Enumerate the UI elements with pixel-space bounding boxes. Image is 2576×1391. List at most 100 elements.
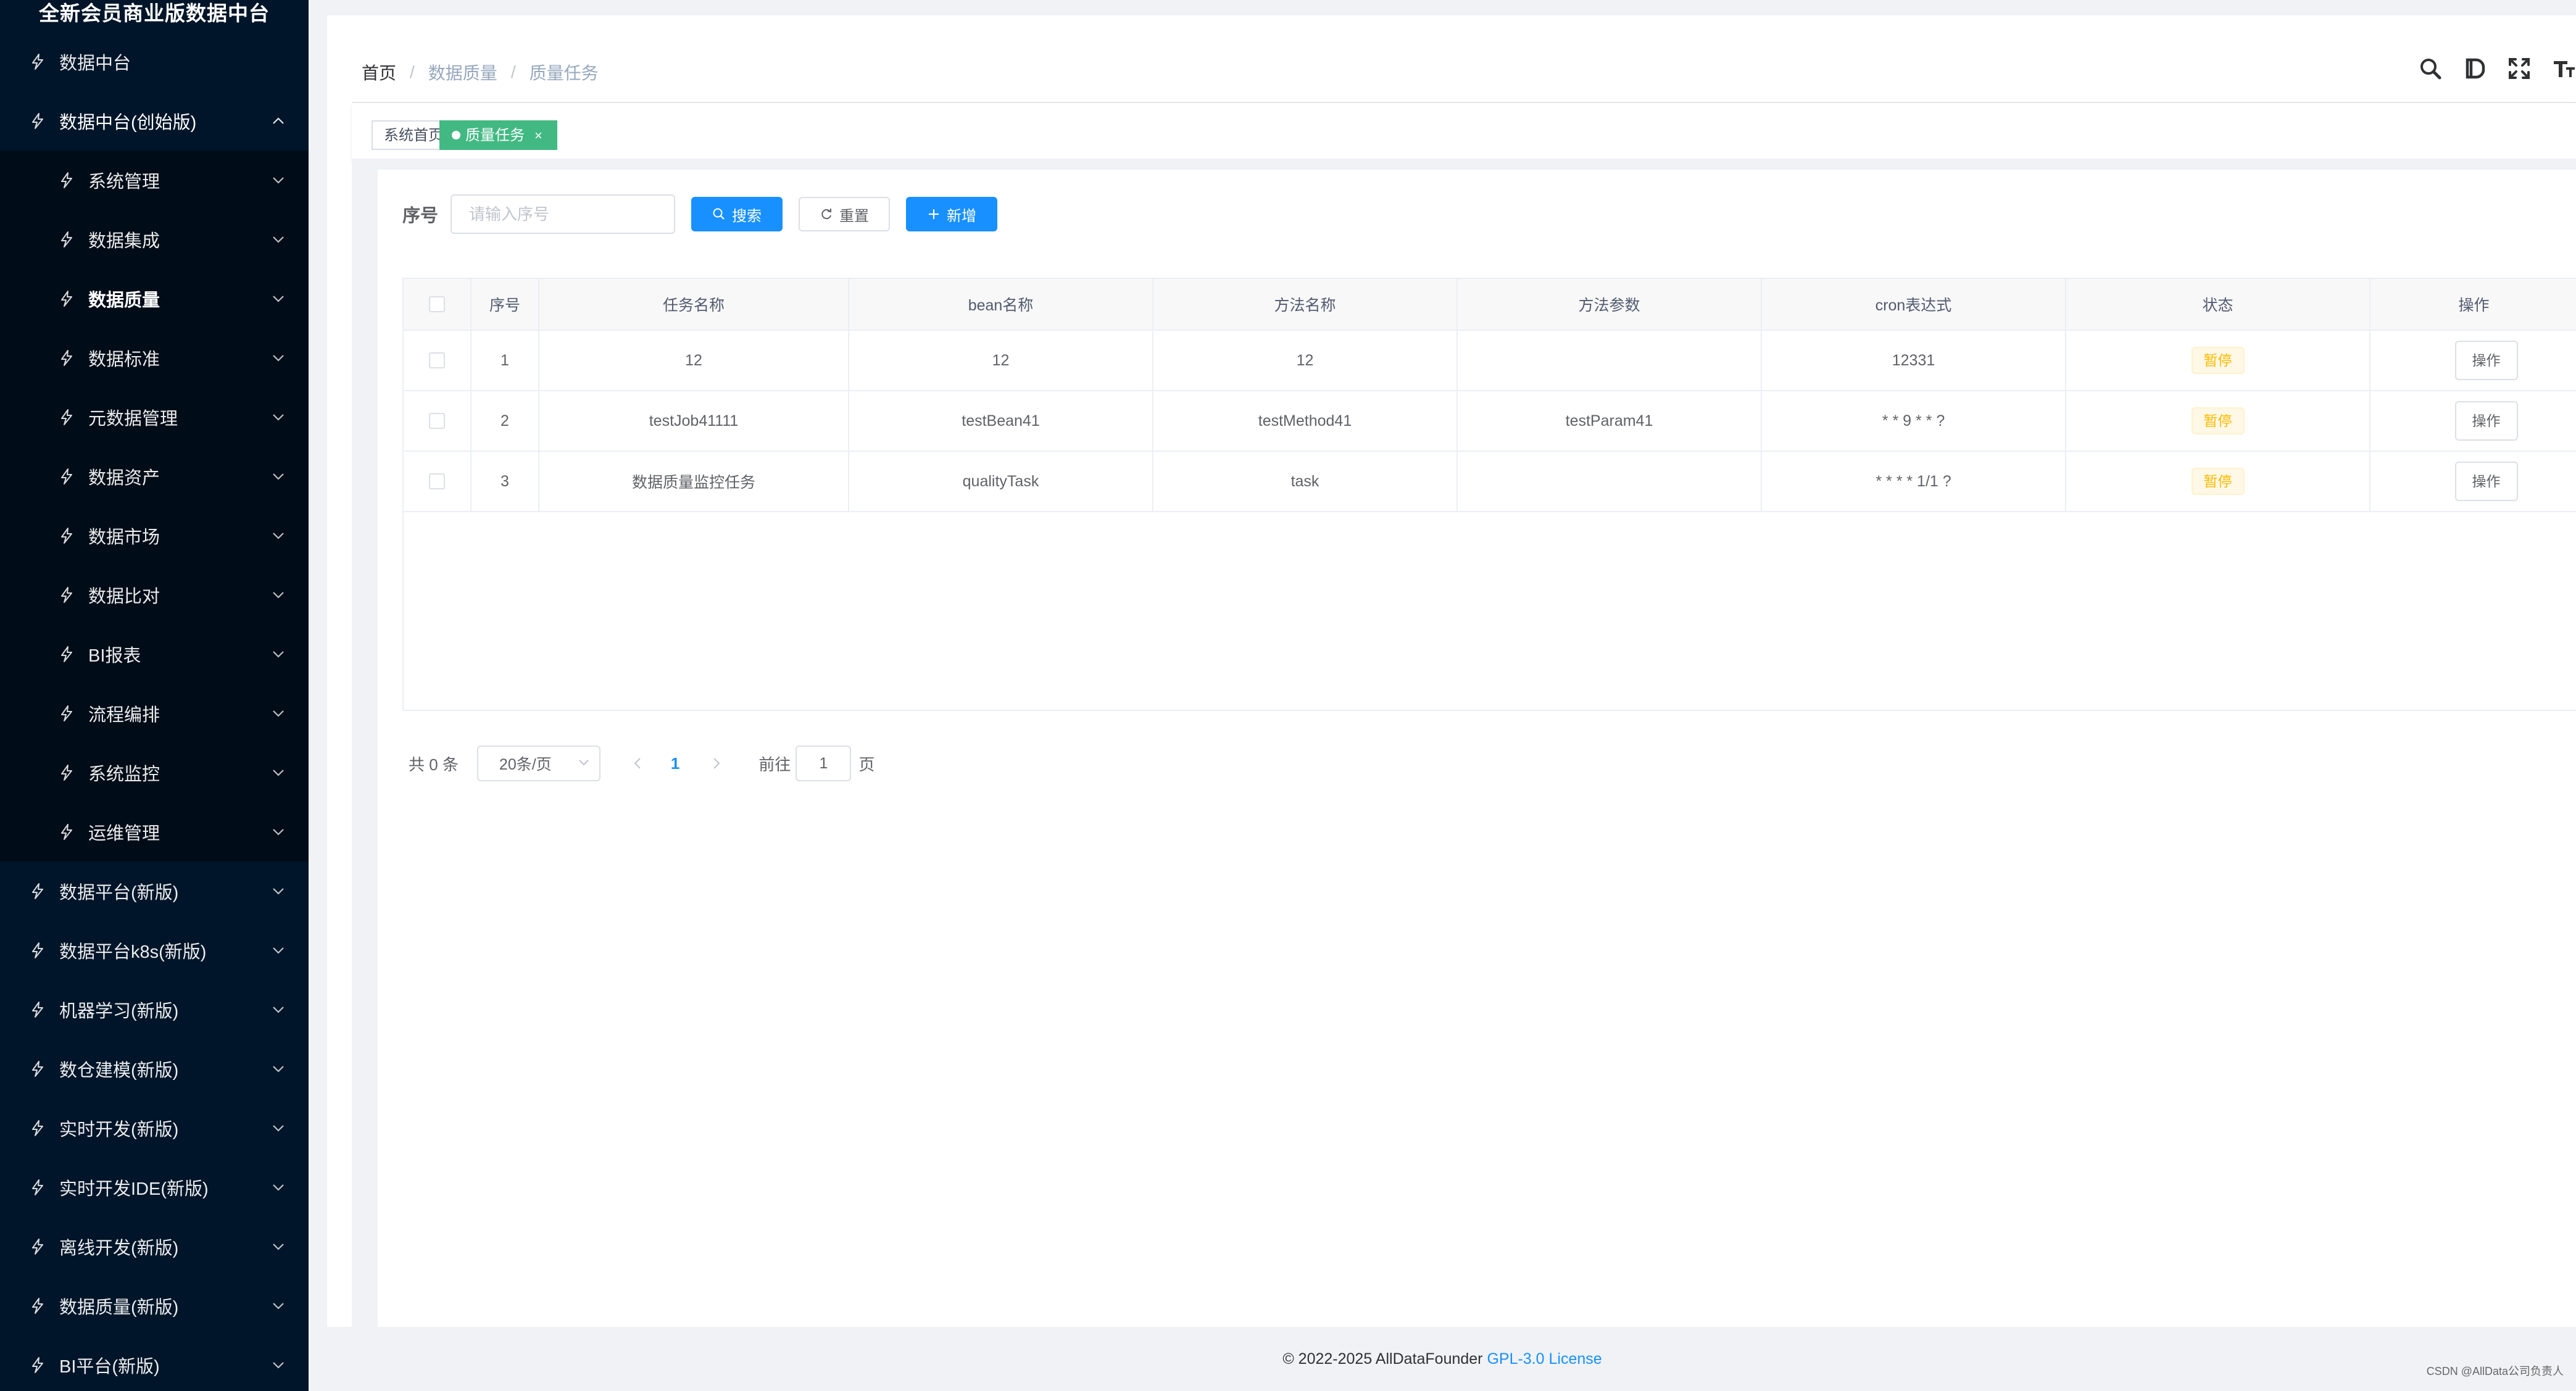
lightning-icon — [30, 112, 46, 130]
sidebar-item[interactable]: 数据集成 — [0, 210, 309, 269]
lightning-icon — [59, 823, 75, 841]
app-title: 全新会员商业版数据中台 — [39, 2, 270, 25]
sidebar-item[interactable]: BI平台(新版) — [0, 1335, 309, 1391]
cell-actions: 操作 — [2370, 452, 2576, 511]
footer: © 2022-2025 AllDataFounder GPL-3.0 Licen… — [309, 1350, 2576, 1368]
cell-cron: * * 9 * * ? — [1762, 391, 2066, 451]
header-bean-name: bean名称 — [849, 279, 1153, 330]
status-badge: 暂停 — [2191, 468, 2245, 495]
sidebar-item[interactable]: 数据资产 — [0, 447, 309, 506]
sidebar-item[interactable]: 实时开发(新版) — [0, 1098, 309, 1158]
search-icon[interactable] — [2418, 56, 2443, 81]
status-badge: 暂停 — [2191, 407, 2245, 434]
chevron-down-icon — [272, 887, 285, 895]
table-header: 序号 任务名称 bean名称 方法名称 方法参数 cron表达式 状态 操作 — [404, 279, 2576, 331]
sidebar-item[interactable]: 元数据管理 — [0, 388, 309, 447]
sidebar-item[interactable]: 数据质量 — [0, 269, 309, 328]
watermark: CSDN @AllData公司负责人 — [2426, 1365, 2564, 1377]
sidebar-item[interactable]: 系统管理 — [0, 151, 309, 210]
text-size-icon[interactable] — [2551, 56, 2576, 81]
chevron-right-icon — [713, 758, 720, 769]
cell-method-params — [1458, 331, 1762, 390]
sidebar-item-label: 数据平台k8s(新版) — [59, 942, 207, 962]
document-icon[interactable] — [2462, 56, 2487, 81]
sidebar-item[interactable]: 数据市场 — [0, 506, 309, 565]
operate-button[interactable]: 操作 — [2454, 462, 2518, 501]
sidebar-item-label: 实时开发(新版) — [59, 1120, 179, 1140]
reset-button[interactable]: 重置 — [799, 197, 891, 231]
lightning-icon — [59, 409, 75, 426]
id-search-input[interactable] — [451, 194, 676, 234]
content-card: 序号 搜索 重置 新增 序号 任务名称 bean名称 方法名称 方 — [378, 170, 2576, 1327]
sidebar-item[interactable]: 数据平台k8s(新版) — [0, 921, 309, 980]
tag-quality-task[interactable]: 质量任务 × — [439, 120, 557, 150]
sidebar-item[interactable]: 数据中台 — [0, 32, 309, 91]
lightning-icon — [59, 231, 75, 248]
cell-cron: * * * * 1/1 ? — [1762, 452, 2066, 511]
sidebar-item[interactable]: 数据标准 — [0, 328, 309, 388]
sidebar-item-label: 数仓建模(新版) — [59, 1061, 179, 1081]
sidebar-item[interactable]: 机器学习(新版) — [0, 980, 309, 1039]
sidebar-item[interactable]: 数据比对 — [0, 565, 309, 625]
lightning-icon — [59, 290, 75, 307]
license-link[interactable]: GPL-3.0 License — [1487, 1350, 1602, 1368]
prev-page-button[interactable] — [625, 751, 650, 776]
cell-actions: 操作 — [2370, 391, 2576, 451]
sidebar-item[interactable]: 数据中台(创始版) — [0, 91, 309, 151]
sidebar-item[interactable]: 离线开发(新版) — [0, 1217, 309, 1276]
operate-button[interactable]: 操作 — [2454, 341, 2518, 380]
sidebar-item-label: 运维管理 — [88, 824, 160, 844]
row-select-cell — [404, 391, 472, 451]
fullscreen-icon[interactable] — [2507, 56, 2532, 81]
row-checkbox[interactable] — [429, 413, 445, 429]
chevron-down-icon — [272, 413, 285, 421]
chevron-left-icon — [634, 758, 641, 769]
select-all-checkbox[interactable] — [429, 296, 445, 312]
chevron-down-icon — [272, 768, 285, 777]
cell-cron: 12331 — [1762, 331, 2066, 390]
page-size-select[interactable]: 20条/页 — [476, 745, 600, 781]
chevron-down-icon — [272, 1124, 285, 1132]
breadcrumb-home[interactable]: 首页 — [362, 60, 396, 85]
navbar: 首页 / 数据质量 / 质量任务 — [327, 15, 2576, 102]
goto-page-input[interactable] — [796, 745, 852, 781]
chevron-down-icon — [272, 1005, 285, 1014]
goto-label: 前往 — [758, 755, 791, 774]
sidebar-item[interactable]: BI报表 — [0, 625, 309, 684]
status-badge: 暂停 — [2191, 347, 2245, 374]
next-page-button[interactable] — [704, 751, 729, 776]
chevron-down-icon — [272, 176, 285, 185]
total-count: 共 0 条 — [409, 755, 459, 774]
task-table: 序号 任务名称 bean名称 方法名称 方法参数 cron表达式 状态 操作 1… — [402, 278, 2576, 711]
sidebar-item[interactable]: 实时开发IDE(新版) — [0, 1158, 309, 1217]
close-icon[interactable]: × — [534, 128, 542, 143]
sidebar-item[interactable]: 数据质量(新版) — [0, 1276, 309, 1335]
cell-method-params — [1458, 452, 1762, 511]
chevron-down-icon — [272, 709, 285, 718]
chevron-down-icon — [272, 946, 285, 955]
sidebar-item[interactable]: 数仓建模(新版) — [0, 1039, 309, 1098]
sidebar-item[interactable]: 流程编排 — [0, 684, 309, 743]
sidebar-item[interactable]: 数据平台(新版) — [0, 862, 309, 921]
lightning-icon — [30, 1119, 46, 1137]
sidebar-item-label: 数据中台 — [59, 54, 131, 73]
add-button-label: 新增 — [947, 207, 977, 225]
plus-icon — [929, 209, 939, 219]
search-button[interactable]: 搜索 — [691, 197, 783, 231]
row-checkbox[interactable] — [429, 352, 445, 368]
operate-button[interactable]: 操作 — [2454, 401, 2518, 441]
chevron-down-icon — [272, 1361, 285, 1369]
page-number-current[interactable]: 1 — [671, 754, 679, 773]
page-size-value: 20条/页 — [499, 756, 552, 773]
add-button[interactable]: 新增 — [906, 197, 998, 231]
tags-view: 系统首页 质量任务 × — [352, 103, 2576, 160]
header-actions: 操作 — [2458, 297, 2490, 314]
chevron-down-icon — [272, 531, 285, 540]
sidebar-item[interactable]: 系统监控 — [0, 743, 309, 802]
sidebar-item[interactable]: 运维管理 — [0, 802, 309, 862]
chevron-down-icon — [272, 472, 285, 481]
row-checkbox[interactable] — [429, 473, 445, 489]
table-row: 1 12 12 12 12331 暂停 操作 — [404, 331, 2576, 391]
chevron-down-icon — [272, 828, 285, 836]
cell-id: 2 — [472, 391, 539, 451]
